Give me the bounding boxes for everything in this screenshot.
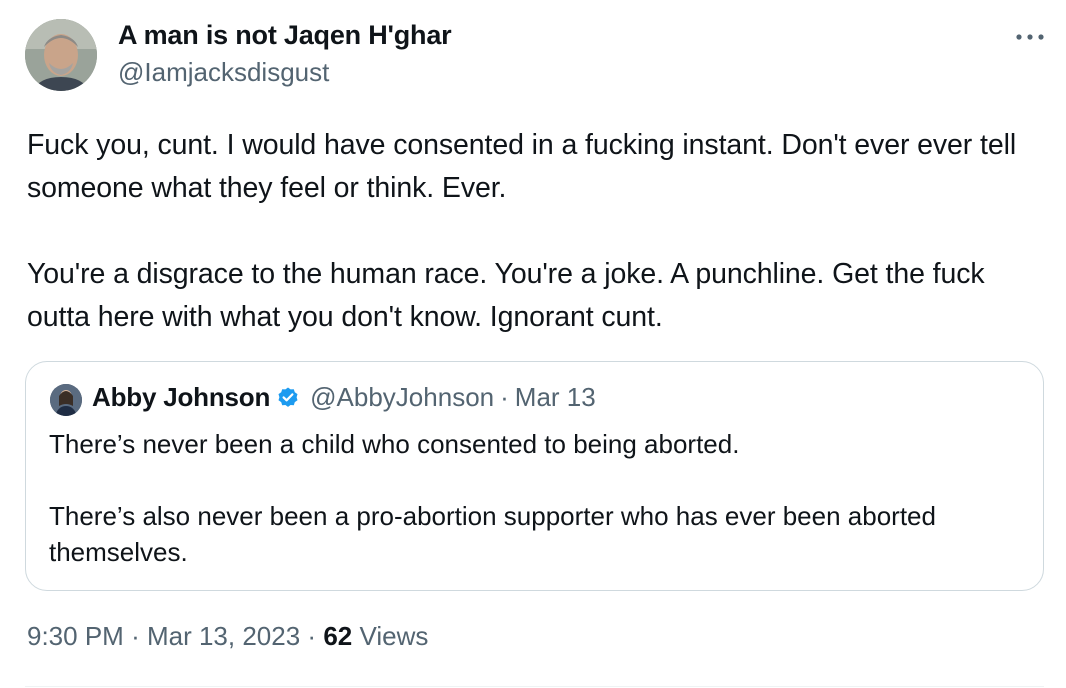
tweet: A man is not Jaqen H'ghar @Iamjacksdisgu… <box>0 0 1066 688</box>
quoted-author-handle[interactable]: @AbbyJohnson <box>310 382 494 413</box>
verified-badge-icon <box>276 386 300 410</box>
tweet-paragraph: Fuck you, cunt. I would have consented i… <box>27 129 1017 204</box>
tweet-text: Fuck you, cunt. I would have consented i… <box>27 124 1037 339</box>
quoted-author-avatar[interactable] <box>50 384 82 416</box>
quoted-tweet[interactable]: Abby Johnson @AbbyJohnson · Mar 13 There… <box>25 361 1044 591</box>
tweet-paragraph: You're a disgrace to the human race. You… <box>27 258 985 333</box>
quoted-date[interactable]: Mar 13 <box>515 382 596 413</box>
views-count: 62 <box>323 621 353 651</box>
quoted-text: There’s never been a child who consented… <box>49 426 1019 570</box>
quoted-separator: · <box>500 382 509 412</box>
tweet-date[interactable]: Mar 13, 2023 <box>147 621 300 651</box>
views-label: Views <box>359 621 429 651</box>
author-handle[interactable]: @Iamjacksdisgust <box>118 57 329 88</box>
meta-separator: · <box>307 621 317 651</box>
quoted-header: Abby Johnson @AbbyJohnson · Mar 13 <box>92 382 596 413</box>
quoted-paragraph: There’s never been a child who consented… <box>49 429 740 459</box>
tweet-metadata: 9:30 PM · Mar 13, 2023 · 62 Views <box>27 621 428 652</box>
divider <box>25 686 1044 687</box>
author-avatar[interactable] <box>25 19 97 91</box>
more-icon[interactable] <box>1010 22 1050 52</box>
tweet-time[interactable]: 9:30 PM <box>27 621 124 651</box>
quoted-paragraph: There’s also never been a pro-abortion s… <box>49 501 936 567</box>
meta-separator: · <box>131 621 140 651</box>
author-name[interactable]: A man is not Jaqen H'ghar <box>118 20 452 51</box>
quoted-author-name[interactable]: Abby Johnson <box>92 382 270 413</box>
